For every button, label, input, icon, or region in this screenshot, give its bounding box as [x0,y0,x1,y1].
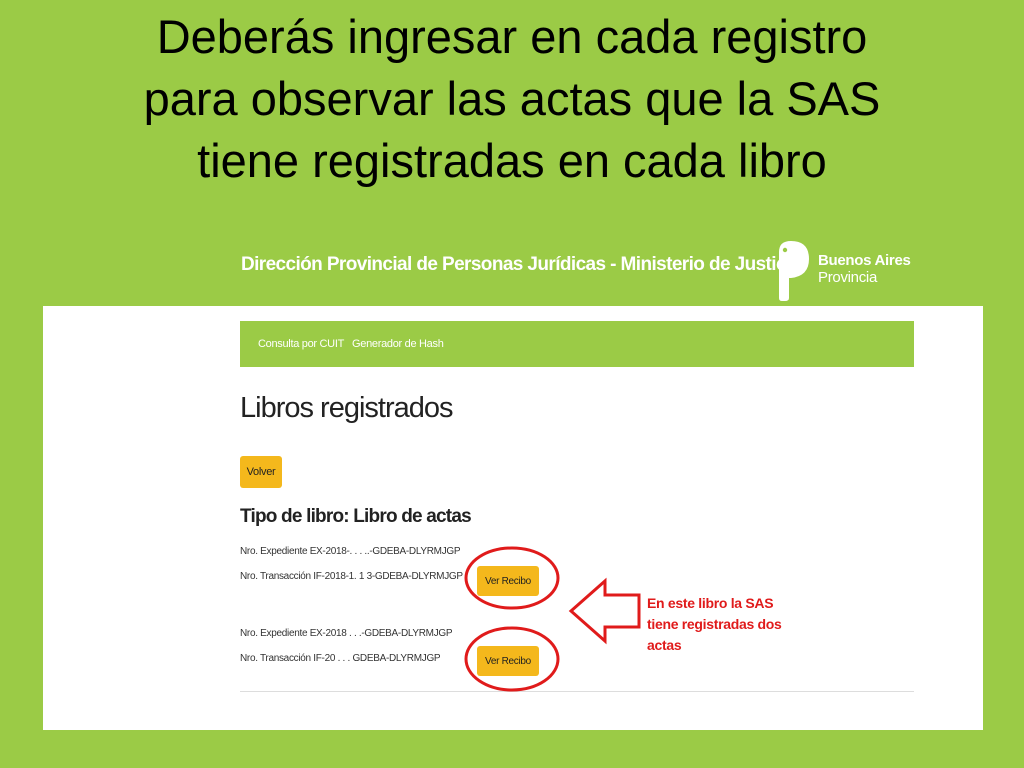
highlight-circle-1 [464,546,560,610]
annotation-line: En este libro la SAS [647,595,774,611]
site-title: Dirección Provincial de Personas Jurídic… [241,254,801,275]
back-button[interactable]: Volver [240,456,282,488]
record-2-expediente: Nro. Expediente EX-2018 . . .-GDEBA-DLYR… [240,628,453,639]
slide-title-line: tiene registradas en cada libro [197,134,827,187]
website-screenshot: Dirección Provincial de Personas Jurídic… [43,232,983,730]
record-2-transaccion: Nro. Transacción IF-20 . . . GDEBA-DLYRM… [240,653,441,664]
left-arrow-icon [568,577,641,645]
site-header: Dirección Provincial de Personas Jurídic… [43,232,983,306]
annotation-line: actas [647,637,682,653]
buenos-aires-logo[interactable]: Buenos Aires Provincia [776,238,916,302]
highlight-circle-2 [464,626,560,692]
record-1-expediente: Nro. Expediente EX-2018-. . . ..-GDEBA-D… [240,546,461,557]
section-title: Tipo de libro: Libro de actas [240,506,472,527]
record-1-transaccion: Nro. Transacción IF-2018-1. 1 3-GDEBA-DL… [240,571,463,582]
section-divider [240,691,914,692]
slide-title-line: Deberás ingresar en cada registro [156,10,868,63]
slide-title-line: para observar las actas que la SAS [143,72,881,125]
slide-title: Deberás ingresar en cada registro para o… [0,6,1024,192]
navbar: Consulta por CUIT Generador de Hash [240,321,914,367]
nav-generador-hash[interactable]: Generador de Hash [352,338,444,350]
annotation-line: tiene registradas dos [647,616,782,632]
annotation-note: En este libro la SAS tiene registradas d… [647,593,782,656]
logo-line-1: Buenos Aires [818,252,911,269]
logo-line-2: Provincia [818,269,877,286]
logo-text: Buenos Aires Provincia [818,252,911,286]
nav-consulta-cuit[interactable]: Consulta por CUIT [258,338,344,350]
buenos-aires-p-icon [779,241,809,301]
page-title: Libros registrados [240,392,453,424]
